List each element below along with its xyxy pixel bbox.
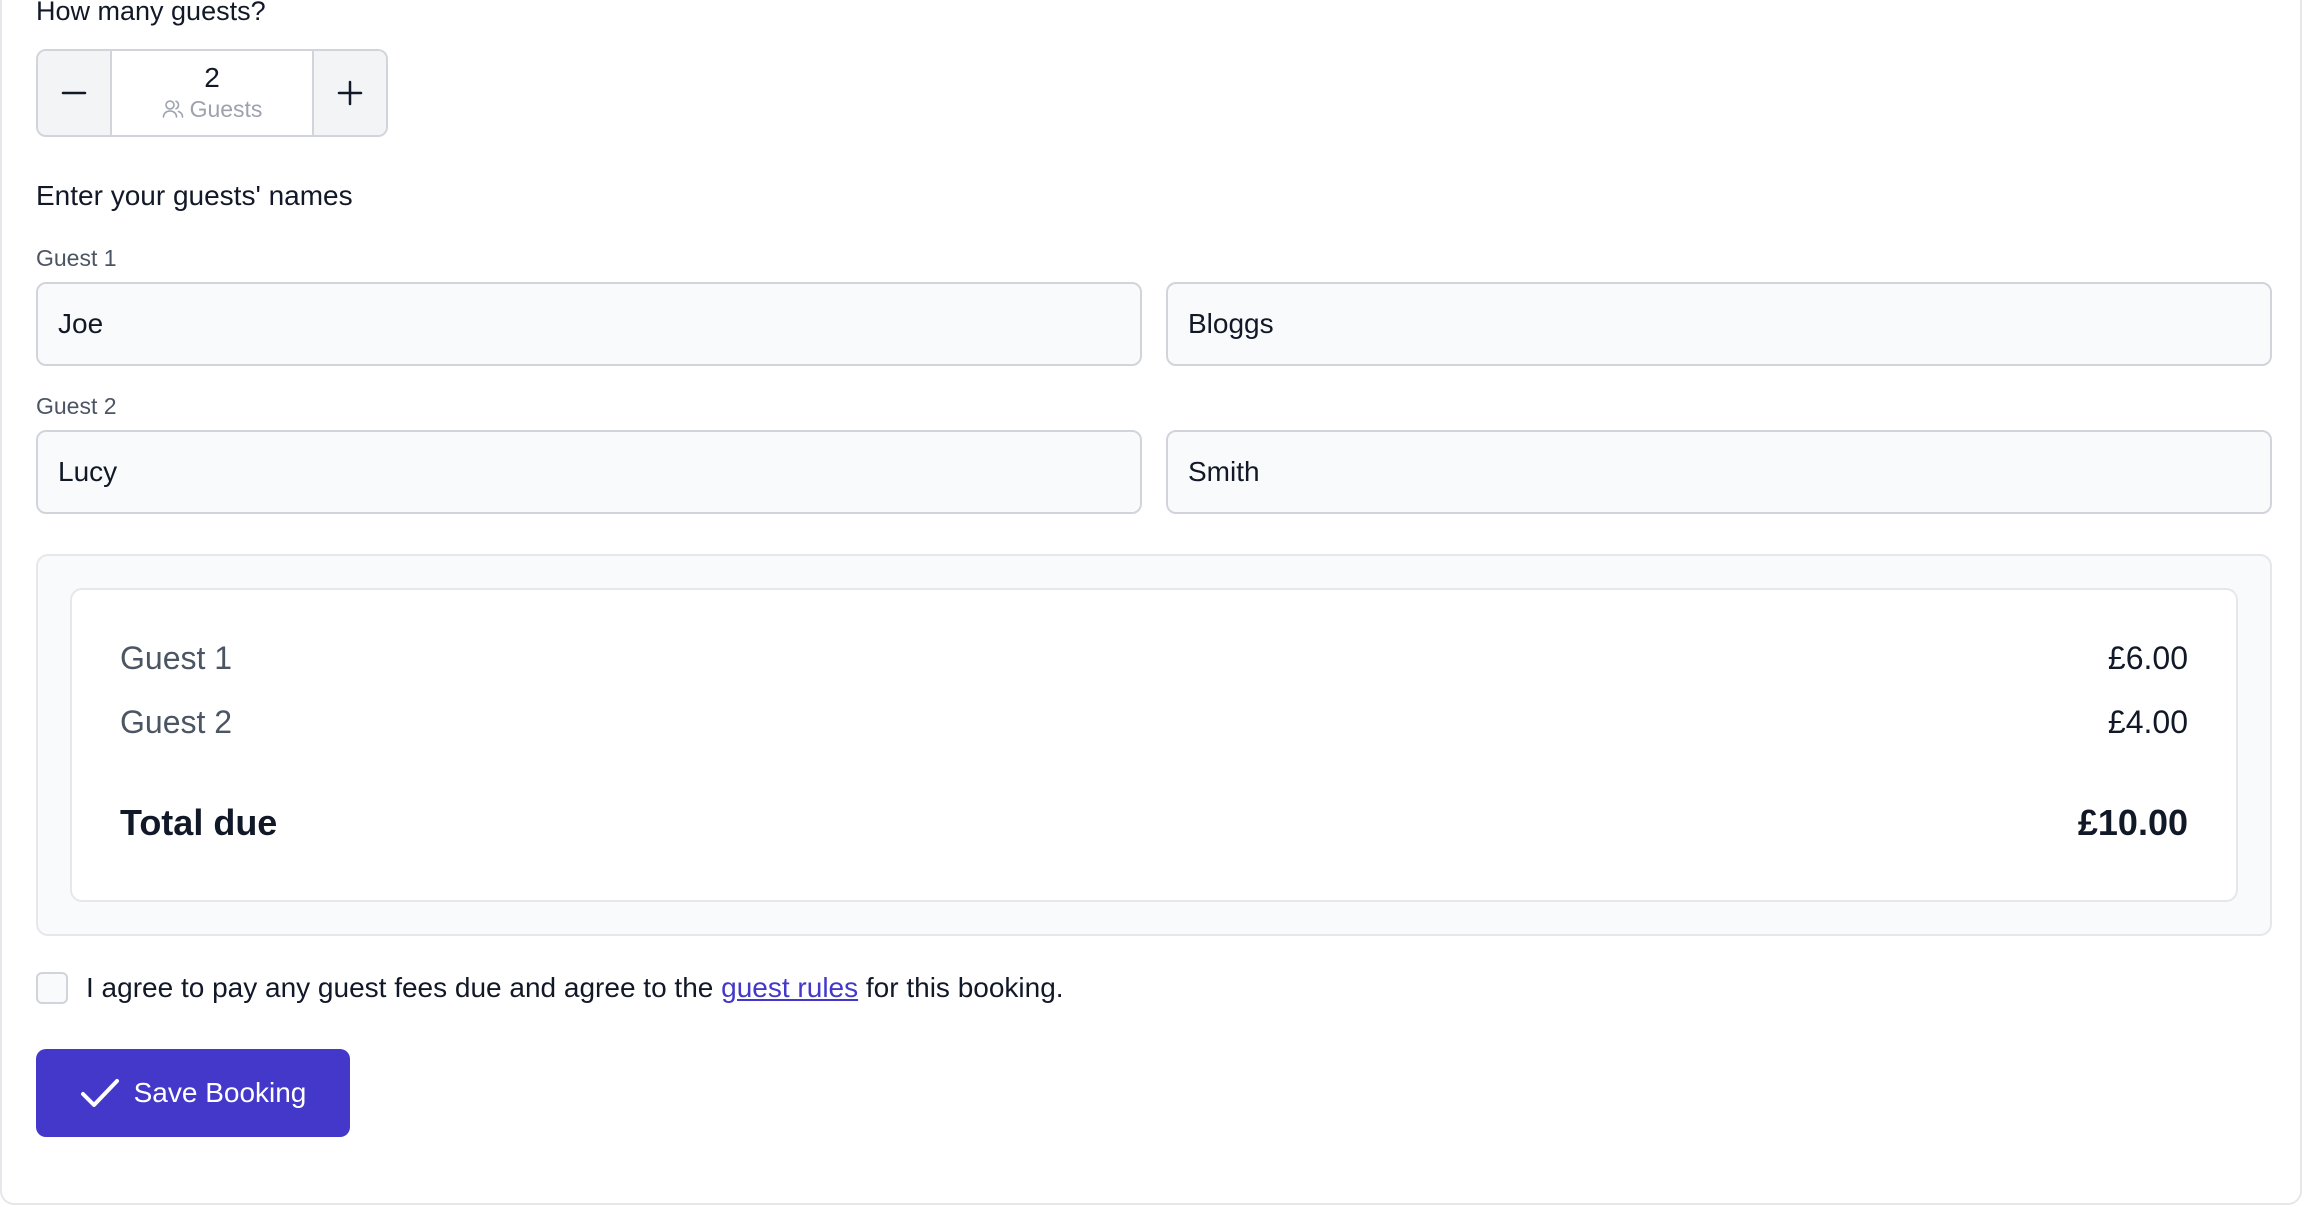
guest-2-label: Guest 2 (36, 393, 117, 419)
agreement-text: I agree to pay any guest fees due and ag… (86, 972, 1064, 1004)
guest-1-last-name-input[interactable] (1166, 282, 2272, 366)
fee-line-guest-1: Guest 1 £6.00 (120, 640, 2188, 677)
total-due-label: Total due (120, 802, 278, 843)
check-icon (80, 1079, 119, 1107)
save-booking-button[interactable]: Save Booking (36, 1049, 350, 1137)
guest-count-unit: Guests (162, 95, 263, 123)
plus-icon (337, 80, 363, 106)
guest-count-stepper: 2 Guests (36, 49, 388, 137)
guest-2-last-name-input[interactable] (1166, 430, 2272, 514)
booking-card: How many guests? 2 Guests Enter your gue… (0, 0, 2302, 1205)
save-booking-label: Save Booking (133, 1077, 307, 1108)
guest-1-label: Guest 1 (36, 245, 117, 271)
fee-total-row: Total due £10.00 (120, 802, 2188, 844)
fee-line-name: Guest 1 (120, 640, 233, 676)
agreement-text-before: I agree to pay any guest fees due and ag… (86, 972, 714, 1003)
users-icon (162, 100, 183, 118)
total-due-amount: £10.00 (2077, 802, 2188, 843)
fee-summary-panel: Guest 1 £6.00 Guest 2 £4.00 Total due £1… (36, 554, 2272, 936)
fee-summary-card: Guest 1 £6.00 Guest 2 £4.00 Total due £1… (70, 588, 2238, 902)
agreement-text-after: for this booking. (865, 972, 1064, 1003)
guests-question-label: How many guests? (36, 0, 266, 26)
guest-names-heading: Enter your guests' names (36, 180, 353, 211)
decrement-button[interactable] (38, 51, 112, 135)
guest-rules-link[interactable]: guest rules (721, 972, 858, 1003)
fee-line-guest-2: Guest 2 £4.00 (120, 704, 2188, 741)
agreement-row: I agree to pay any guest fees due and ag… (36, 972, 1064, 1004)
guest-count-display: 2 Guests (112, 51, 312, 135)
minus-icon (61, 91, 87, 95)
agree-checkbox[interactable] (36, 972, 68, 1004)
guest-count-value: 2 (204, 61, 220, 93)
fee-line-name: Guest 2 (120, 704, 233, 740)
increment-button[interactable] (312, 51, 386, 135)
guest-count-unit-label: Guests (189, 95, 263, 122)
guest-1-first-name-input[interactable] (36, 282, 1142, 366)
fee-line-amount: £6.00 (2107, 640, 2188, 676)
fee-line-amount: £4.00 (2107, 704, 2188, 740)
guest-2-first-name-input[interactable] (36, 430, 1142, 514)
